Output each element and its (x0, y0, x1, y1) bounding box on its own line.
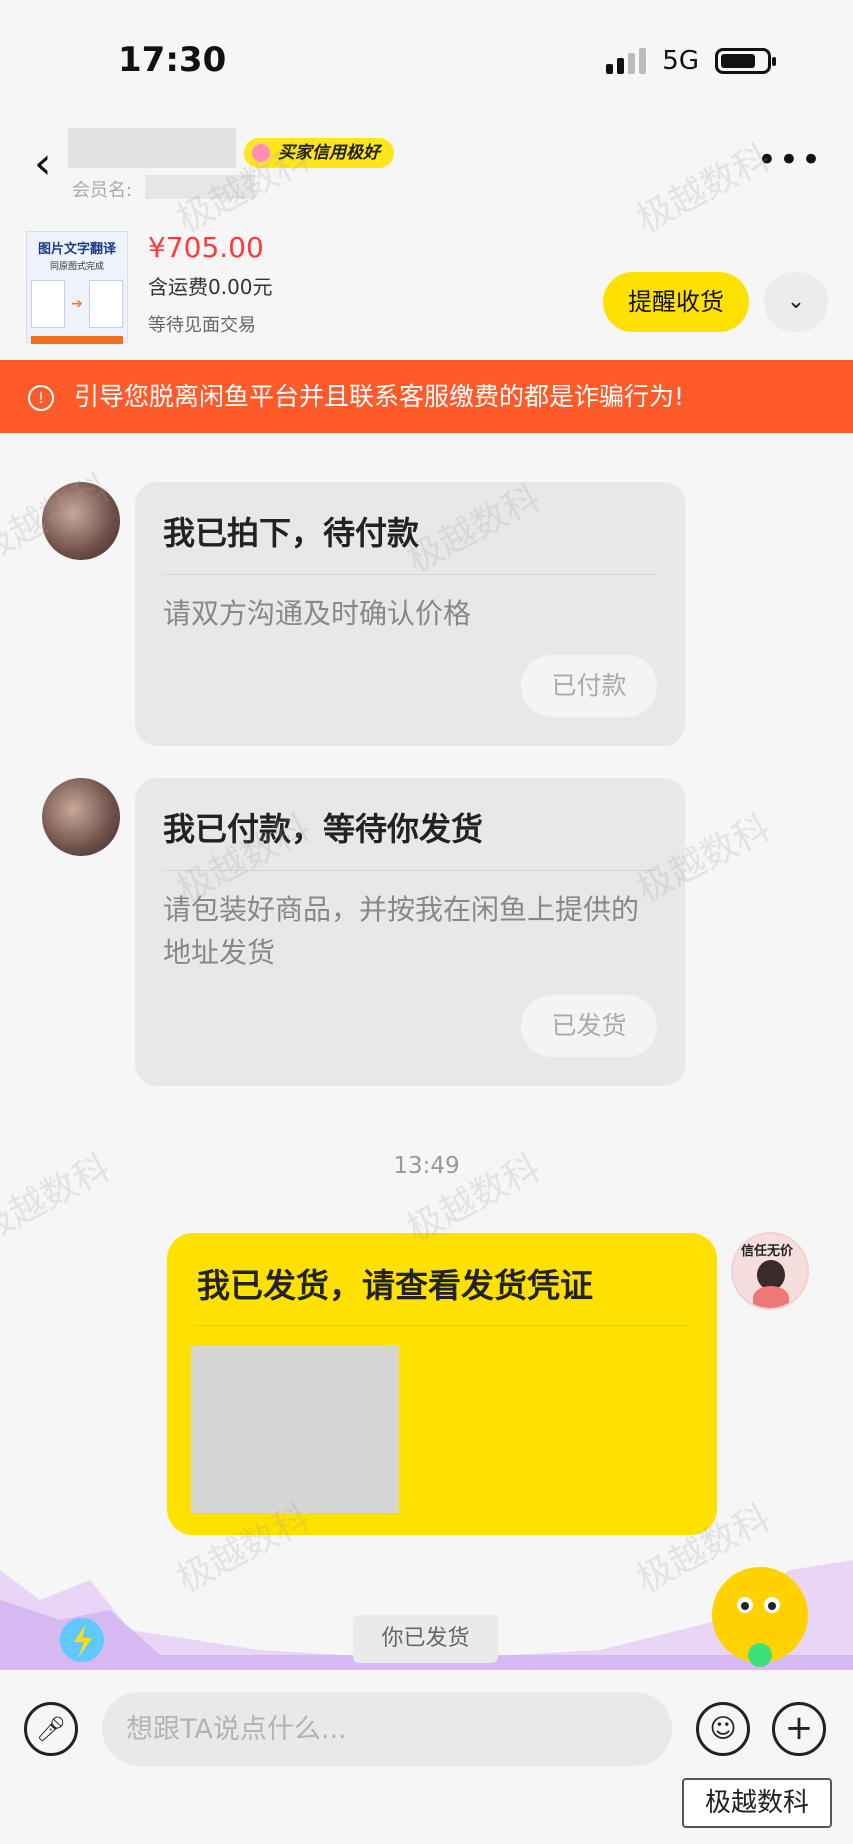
thumbnail-page (31, 280, 65, 328)
shipping-fee: 含运费0.00元 (148, 275, 273, 299)
thumbnail-body: ➔ (31, 280, 123, 328)
input-bar: 🎤︎ ☺ + 极越数科 (0, 1670, 853, 1844)
network-type: 5G (662, 46, 699, 76)
chevron-down-icon[interactable]: ⌄ (764, 272, 828, 332)
product-thumbnail[interactable]: 图片文字翻译 同原图式完成 ➔ (26, 231, 128, 344)
thumbnail-bar (31, 336, 123, 344)
thumbnail-title: 图片文字翻译 (37, 242, 116, 257)
mascot-ball (748, 1643, 772, 1667)
avatar-caption: 信任无价 (741, 1244, 794, 1259)
message-text: 请双方沟通及时确认价格 (163, 597, 472, 630)
message-timestamp: 13:49 (393, 1153, 460, 1179)
avatar[interactable] (42, 778, 120, 856)
credit-badge[interactable]: 买家信用极好 (244, 138, 394, 168)
corner-watermark-badge: 极越数科 (682, 1778, 832, 1828)
buyer-name-redacted (68, 128, 236, 168)
status-bar: 17:30 5G (0, 0, 853, 120)
paid-button[interactable]: 已付款 (521, 655, 657, 717)
avatar[interactable] (42, 482, 120, 560)
shipping-proof-image[interactable] (191, 1345, 399, 1513)
status-icons: 5G (606, 46, 776, 76)
message-title: 我已拍下，待付款 (163, 514, 420, 552)
message-input[interactable] (102, 1692, 672, 1766)
member-name-redacted (145, 175, 255, 199)
emoji-icon[interactable]: ☺ (696, 1702, 750, 1756)
chat-header: ‹ 买家信用极好 会员名: ••• (0, 120, 853, 225)
plus-icon[interactable]: + (772, 1702, 826, 1756)
credit-badge-label: 买家信用极好 (278, 143, 380, 163)
message-text: 请包装好商品，并按我在闲鱼上提供的地址发货 (163, 893, 640, 969)
order-status: 等待见面交易 (148, 315, 256, 336)
avatar[interactable]: 信任无价 (731, 1232, 809, 1310)
message-card-awaiting-shipment: 我已付款，等待你发货 请包装好商品，并按我在闲鱼上提供的地址发货 已发货 (135, 778, 685, 1086)
shipped-button[interactable]: 已发货 (521, 995, 657, 1057)
divider (163, 574, 657, 575)
more-dots-icon[interactable]: ••• (757, 140, 823, 180)
battery-icon (715, 48, 776, 74)
divider (195, 1325, 689, 1326)
mascot-pupil (768, 1602, 776, 1610)
signal-icon (606, 48, 647, 74)
product-price: ¥705.00 (148, 231, 264, 264)
warning-text: 引导您脱离闲鱼平台并且联系客服缴费的都是诈骗行为! (73, 382, 684, 411)
divider (163, 870, 657, 871)
fraud-warning-banner: ! 引导您脱离闲鱼平台并且联系客服缴费的都是诈骗行为! (0, 360, 853, 433)
microphone-icon[interactable]: 🎤︎ (24, 1702, 78, 1756)
message-title: 我已发货，请查看发货凭证 (197, 1266, 593, 1305)
status-time: 17:30 (118, 40, 227, 80)
product-card: 图片文字翻译 同原图式完成 ➔ ¥705.00 含运费0.00元 等待见面交易 … (0, 225, 853, 360)
avatar-body (753, 1286, 789, 1308)
remind-receipt-button[interactable]: 提醒收货 (603, 272, 749, 332)
message-card-paid-pending: 我已拍下，待付款 请双方沟通及时确认价格 已付款 (135, 482, 685, 746)
mascot-pupil (741, 1602, 749, 1610)
chevron-left-icon[interactable]: ‹ (34, 142, 52, 186)
message-title: 我已付款，等待你发货 (163, 810, 484, 848)
member-label: 会员名: (72, 180, 133, 201)
arrow-right-icon: ➔ (71, 296, 83, 312)
thumbnail-page (88, 280, 123, 328)
thumbnail-subtitle: 同原图式完成 (49, 262, 104, 272)
alert-circle-icon: ! (28, 385, 54, 411)
emoji-face-icon (250, 142, 272, 164)
system-notice: 你已发货 (353, 1615, 498, 1663)
message-card-shipped: 我已发货，请查看发货凭证 (167, 1233, 717, 1535)
